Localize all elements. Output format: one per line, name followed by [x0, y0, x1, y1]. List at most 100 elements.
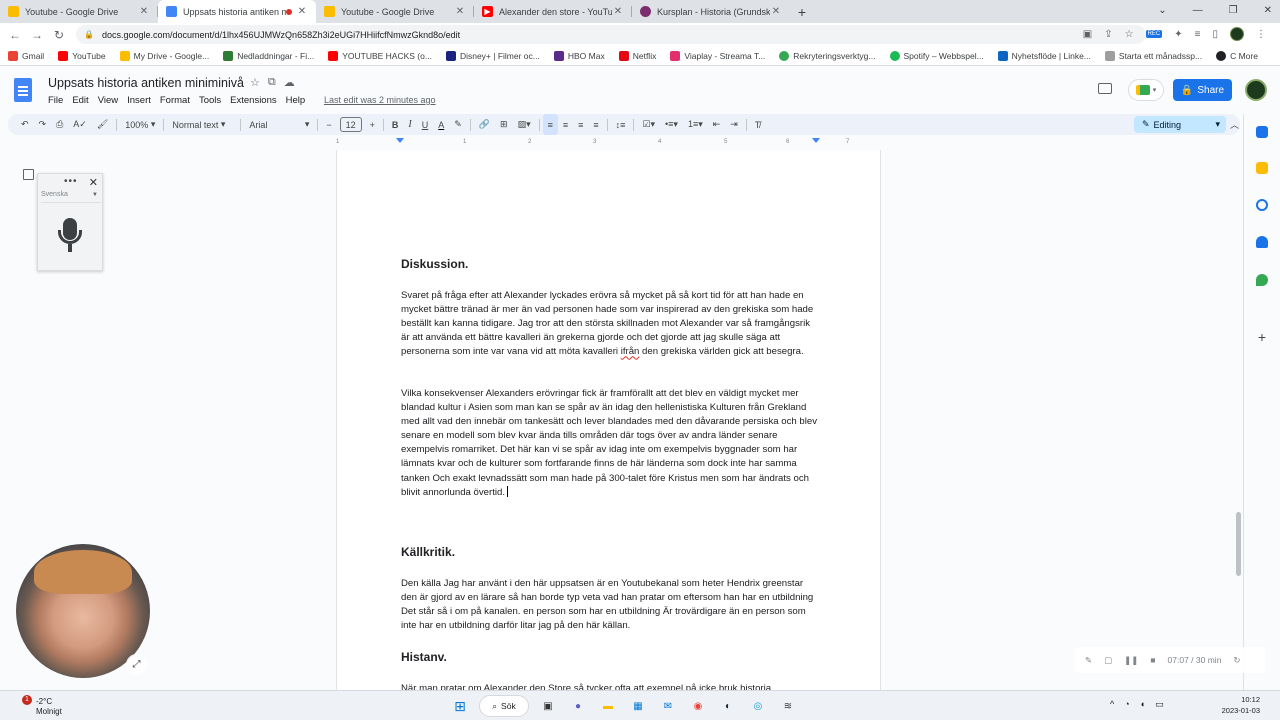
bookmark-disney[interactable]: Disney+ | Filmer oc... [445, 50, 540, 61]
teams-chat-icon[interactable]: ● [567, 695, 589, 717]
account-avatar[interactable] [1245, 79, 1267, 101]
maps-icon[interactable] [1256, 274, 1268, 286]
close-tab-icon[interactable]: ✕ [138, 6, 150, 17]
scrollbar-thumb[interactable] [1236, 512, 1241, 576]
share-button[interactable]: 🔒 Share [1173, 79, 1232, 101]
browser-tab[interactable]: Youtube - Google Drive ✕ [316, 0, 474, 23]
calendar-icon[interactable] [1256, 126, 1268, 138]
volume-icon[interactable]: ◖ [1140, 699, 1145, 710]
undo-icon[interactable]: ↶ [16, 114, 34, 135]
bookmark-youtube[interactable]: YouTube [58, 50, 106, 61]
bookmark-hbo-max[interactable]: HBO Max [553, 50, 605, 61]
font-size-input[interactable]: 12 [339, 117, 362, 132]
indent-marker-icon[interactable] [396, 138, 404, 143]
close-window-icon[interactable]: ✕ [1264, 5, 1272, 16]
browser-tab-active[interactable]: Uppsats historia antiken mini ✕ [158, 0, 316, 23]
docs-home-icon[interactable] [14, 78, 32, 102]
align-center-icon[interactable]: ≡ [558, 114, 573, 135]
increase-font-size-button[interactable]: + [365, 114, 380, 135]
cloud-status-icon[interactable]: ☁ [284, 76, 295, 89]
close-tab-icon[interactable]: ✕ [296, 6, 308, 17]
restart-icon[interactable]: ↻ [1233, 655, 1240, 666]
bookmark-spotify[interactable]: Spotify – Webbspel... [889, 50, 984, 61]
menu-tools[interactable]: Tools [199, 95, 221, 106]
redo-icon[interactable]: ↷ [34, 114, 52, 135]
decrease-font-size-button[interactable]: − [321, 114, 336, 135]
last-edit-link[interactable]: Last edit was 2 minutes ago [324, 95, 436, 105]
horizontal-ruler[interactable]: 1 1 2 3 4 5 6 7 [336, 138, 880, 148]
more-options-icon[interactable]: ••• [64, 176, 78, 187]
url-field[interactable]: 🔒 docs.google.com/document/d/1lhx456UJMW… [76, 25, 1146, 44]
zoom-select[interactable]: 100% ▾ [120, 114, 160, 135]
browser-tab[interactable]: ▶ Alexander den store - YouTube ✕ [474, 0, 632, 23]
back-icon[interactable]: ← [4, 28, 26, 42]
close-tab-icon[interactable]: ✕ [770, 6, 782, 17]
reload-icon[interactable]: ↻ [48, 28, 70, 42]
close-tab-icon[interactable]: ✕ [454, 6, 466, 17]
document-outline-icon[interactable] [23, 169, 34, 180]
side-panel-icon[interactable]: ▯ [1212, 29, 1218, 40]
weather-widget[interactable]: 1 -2°C Molnigt [10, 695, 90, 719]
insert-link-icon[interactable]: 🔗 [474, 114, 495, 135]
restore-icon[interactable]: ❐ [1229, 5, 1238, 16]
underline-button[interactable]: U [417, 114, 434, 135]
taskbar-search-button[interactable]: ⌕ Sök [479, 695, 529, 717]
taskbar-clock[interactable]: 10:12 2023-01-03 [1200, 694, 1260, 716]
bookmark-my-drive[interactable]: My Drive - Google... [119, 50, 209, 61]
minimize-icon[interactable]: — [1193, 5, 1203, 16]
show-hidden-icons-icon[interactable]: ^ [1110, 699, 1114, 710]
right-indent-marker-icon[interactable] [812, 138, 820, 143]
browser-tab[interactable]: Youtube - Google Drive ✕ [0, 0, 158, 23]
paint-format-icon[interactable]: 🖌 [92, 114, 113, 135]
clear-formatting-icon[interactable]: T̸ [750, 114, 766, 135]
align-left-icon[interactable]: ≡ [542, 114, 558, 135]
numbered-list-icon[interactable]: 1≡▾ [683, 114, 708, 135]
document-title[interactable]: Uppsats historia antiken miniminivå [48, 76, 244, 90]
menu-insert[interactable]: Insert [127, 95, 151, 106]
menu-edit[interactable]: Edit [72, 95, 88, 106]
bookmark-c-more[interactable]: C More [1216, 50, 1258, 61]
expand-icon[interactable]: ⤢ [126, 654, 147, 675]
menu-view[interactable]: View [98, 95, 118, 106]
file-explorer-icon[interactable]: ▬ [597, 695, 619, 717]
meet-button[interactable]: ▾ [1128, 79, 1164, 101]
increase-indent-icon[interactable]: ⇥ [725, 114, 743, 135]
add-addon-icon[interactable]: + [1256, 330, 1268, 344]
camera-icon[interactable]: ▣ [1083, 29, 1092, 40]
italic-button[interactable]: I [403, 114, 416, 135]
style-select[interactable]: Normal text ▾ [167, 114, 237, 135]
hide-menus-icon[interactable]: ︿ [1230, 118, 1239, 131]
reading-list-icon[interactable]: ≡ [1195, 29, 1201, 40]
bookmark-youtube-hacks[interactable]: YOUTUBE HACKS (o... [328, 50, 432, 61]
highlight-color-icon[interactable]: ✎ [449, 114, 467, 135]
edge-icon[interactable]: ◎ [747, 695, 769, 717]
bookmark-rekrytering[interactable]: Rekryteringsverktyg... [779, 50, 876, 61]
browser-tab[interactable]: Kursplan - Historia (Grundskolan ✕ [632, 0, 790, 23]
misspelled-word[interactable]: ifrån [621, 346, 640, 357]
profile-avatar[interactable] [1230, 27, 1244, 41]
close-icon[interactable]: ✕ [89, 176, 98, 189]
eraser-icon[interactable]: ▢ [1104, 655, 1112, 666]
bold-button[interactable]: B [387, 114, 404, 135]
bookmark-nedladdningar[interactable]: Nedladdningar - Fi... [223, 50, 314, 61]
move-folder-icon[interactable]: ⧉ [268, 76, 276, 89]
screen-recorder-extension-icon[interactable]: REC [1145, 30, 1163, 38]
wifi-icon[interactable]: ◔ [1124, 699, 1129, 710]
task-view-icon[interactable]: ▣ [537, 695, 559, 717]
editing-mode-button[interactable]: ✎ Editing ▾ [1134, 116, 1226, 133]
mail-icon[interactable]: ✉ [657, 695, 679, 717]
add-comment-icon[interactable]: ⊞ [495, 114, 513, 135]
language-select[interactable]: Svenska ▼ [41, 191, 101, 203]
chrome-icon[interactable]: ◉ [687, 695, 709, 717]
star-icon[interactable]: ☆ [250, 76, 260, 89]
windows-start-icon[interactable]: ⊞ [449, 695, 471, 717]
tab-search-icon[interactable]: ⌄ [1158, 5, 1166, 16]
align-justify-icon[interactable]: ≡ [588, 114, 603, 135]
close-tab-icon[interactable]: ✕ [612, 6, 624, 17]
bookmark-starta[interactable]: Starta ett månadssp... [1104, 50, 1202, 61]
font-select[interactable]: Arial ▾ [244, 114, 314, 135]
extensions-puzzle-icon[interactable]: ✦ [1174, 29, 1182, 40]
bookmark-netflix[interactable]: Netflix [618, 50, 656, 61]
menu-format[interactable]: Format [160, 95, 190, 106]
print-icon[interactable]: ⎙ [51, 114, 68, 135]
